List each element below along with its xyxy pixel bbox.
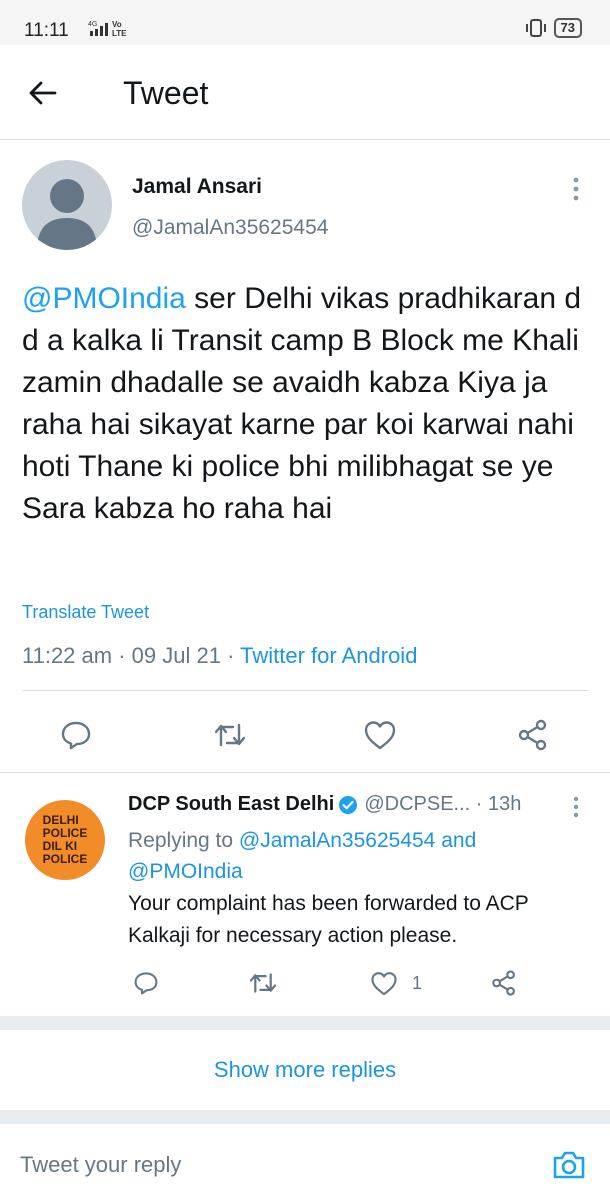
reply-share-button[interactable] [490,967,518,999]
reply-text: Your complaint has been forwarded to ACP… [128,892,529,947]
back-arrow-icon [29,81,57,105]
svg-text:Vo: Vo [112,20,122,29]
dcp-avatar[interactable]: DELHI POLICE DIL KI POLICE [25,800,105,880]
svg-text:4G: 4G [88,21,97,28]
replying-to: Replying to @JamalAn35625454 and @PMOIndi… [128,829,477,883]
reply-actions: 1 [0,963,610,1003]
status-right: 73 [524,18,582,38]
reply-more-button[interactable] [566,793,586,821]
author-avatar[interactable] [22,160,112,250]
tweet-time: 11:22 am [22,643,113,668]
status-time: 11:11 [24,20,69,41]
page-title: Tweet [123,75,209,111]
divider [0,772,610,773]
default-avatar-icon [37,179,97,250]
author-name[interactable]: Jamal Ansari [132,175,262,199]
more-vertical-icon [573,796,579,818]
divider [22,690,588,691]
tweet-date: 09 Jul 21 [131,643,221,668]
reply-age: 13h [488,793,522,815]
dcp-avatar-logo: DELHI POLICE DIL KI POLICE [42,813,88,866]
back-button[interactable] [22,73,62,113]
retweet-button[interactable] [210,715,250,755]
share-icon [518,719,547,751]
retweet-icon [249,973,277,993]
reply-dot: · [470,793,488,815]
share-icon [492,970,515,996]
reply-author-name[interactable]: DCP South East Delhi [128,793,334,816]
svg-text:LTE: LTE [112,29,127,38]
tweet-meta: 11:22 am · 09 Jul 21 · Twitter for Andro… [22,643,418,668]
reply-input[interactable]: Tweet your reply [20,1152,181,1178]
translate-tweet-link[interactable]: Translate Tweet [22,602,149,623]
status-bar: 11:11 4G Vo LTE 73 [0,0,610,45]
replying-and: and [435,829,477,852]
battery-indicator: 73 [553,18,582,38]
camera-button[interactable] [548,1146,590,1184]
reply-header: DCP South East Delhi @DCPSE... · 13h [128,793,521,816]
replying-mention-1[interactable]: @JamalAn35625454 [239,829,435,852]
reply-like-button[interactable]: 1 [370,967,422,999]
reply-icon [61,721,91,750]
like-button[interactable] [360,715,400,755]
section-separator [0,1016,610,1030]
tweet-text: @PMOIndia ser Delhi vikas pradhikaran d … [22,278,597,530]
author-handle[interactable]: @JamalAn35625454 [132,216,328,240]
tweet-more-button[interactable] [562,172,590,206]
reply-retweet-button[interactable] [248,967,278,999]
reply-button[interactable] [56,715,96,755]
show-more-replies-button[interactable]: Show more replies [0,1030,610,1110]
tweet-actions [0,705,610,765]
like-icon [371,971,397,995]
vibrate-icon [525,19,546,37]
reply-reply-button[interactable] [133,967,159,999]
section-separator [0,1110,610,1124]
app-header: Tweet [0,45,610,140]
tweet-body: ser Delhi vikas pradhikaran d d a kalka … [22,282,582,525]
share-button[interactable] [513,715,553,755]
reply-author-handle[interactable]: @DCPSE... [364,793,470,816]
tweet-source-link[interactable]: Twitter for Android [240,643,417,668]
camera-icon [553,1151,585,1179]
more-vertical-icon [573,177,579,201]
retweet-icon [214,723,246,747]
like-icon [364,721,396,750]
reply-tweet[interactable]: DELHI POLICE DIL KI POLICE DCP South Eas… [0,775,610,1015]
reply-icon [134,972,158,995]
replying-mention-2[interactable]: @PMOIndia [128,860,243,883]
mention-link[interactable]: @PMOIndia [22,282,186,315]
like-count: 1 [412,972,423,993]
reply-composer: Tweet your reply [0,1124,610,1200]
signal-icon: 4G Vo LTE [88,20,127,38]
verified-icon [338,795,358,815]
